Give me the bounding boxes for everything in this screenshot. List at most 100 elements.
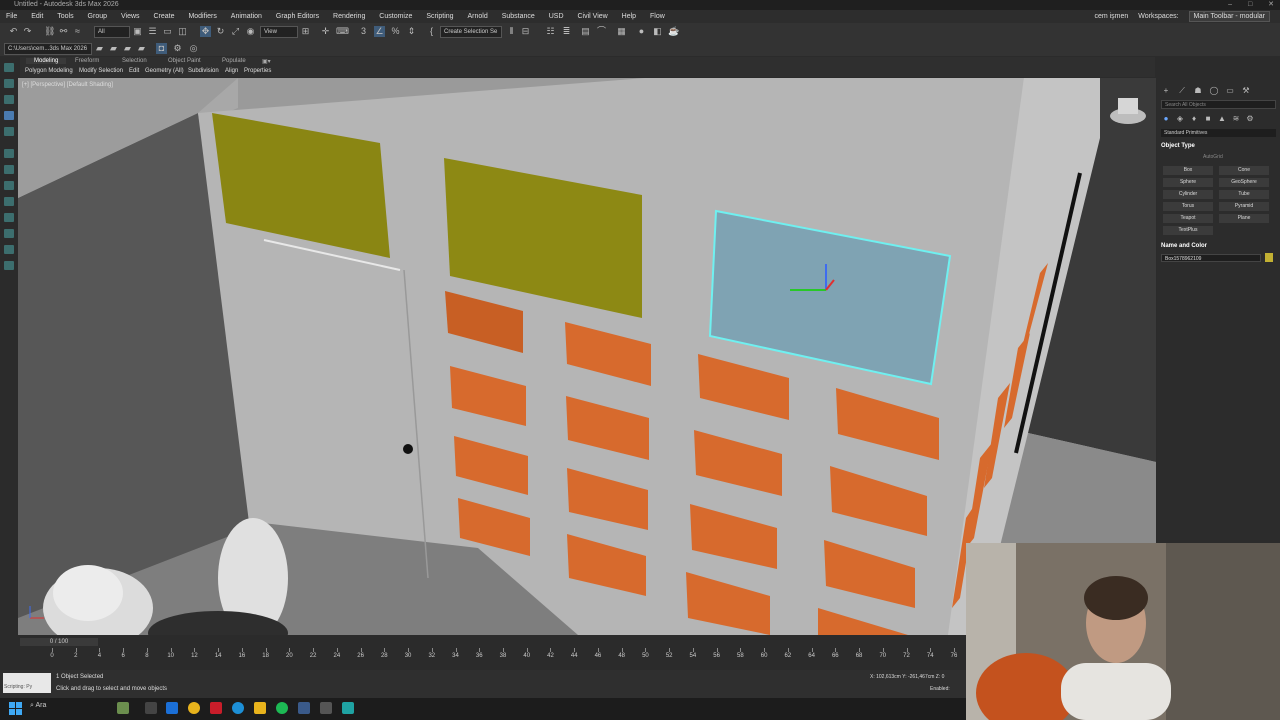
spacewarps-icon[interactable]: ≋ — [1231, 114, 1241, 123]
helpers-icon[interactable]: ▲ — [1217, 114, 1227, 123]
workspace-dropdown[interactable]: Main Toolbar - modular — [1188, 11, 1270, 22]
ribbon-toggle-icon[interactable]: ▤ — [580, 26, 591, 37]
ribbon-align[interactable]: Align — [225, 68, 238, 74]
app-icon[interactable] — [320, 702, 332, 714]
project-folder-icon[interactable]: ▰ — [94, 43, 105, 54]
filter-icon[interactable] — [4, 127, 14, 136]
shapes-filter-icon[interactable] — [4, 165, 14, 174]
opera-icon[interactable] — [210, 702, 222, 714]
spacewarps-filter-icon[interactable] — [4, 229, 14, 238]
project-path-dropdown[interactable]: C:\Users\cem...3ds Max 2026 — [4, 43, 92, 55]
steam-icon[interactable] — [298, 702, 310, 714]
menu-civil-view[interactable]: Civil View — [571, 10, 613, 23]
cameras-icon[interactable]: ■ — [1203, 114, 1213, 123]
undo-icon[interactable]: ↶ — [8, 26, 19, 37]
menu-tools[interactable]: Tools — [51, 10, 79, 23]
tab-selection[interactable]: Selection — [122, 58, 147, 64]
select-by-name-icon[interactable]: ☰ — [147, 26, 158, 37]
minimize-button[interactable]: – — [1228, 1, 1232, 8]
mirror-icon[interactable]: ⫴ — [506, 26, 517, 37]
named-selection-dropdown[interactable]: Create Selection Se — [440, 26, 502, 38]
shapes-icon[interactable]: ◈ — [1175, 114, 1185, 123]
display-selected-icon[interactable] — [4, 95, 14, 104]
groups-filter-icon[interactable] — [4, 245, 14, 254]
menu-graph-editors[interactable]: Graph Editors — [270, 10, 325, 23]
track-bar[interactable]: 0 2 4 6 8 10 12 14 16 18 20 22 24 26 28 30 32 34 36 38 40 42 4… — [20, 648, 966, 664]
primitive-category-dropdown[interactable]: Standard Primitives — [1161, 129, 1276, 137]
geosphere-button[interactable]: GeoSphere — [1219, 178, 1269, 187]
autogrid-checkbox[interactable]: AutoGrid — [1203, 154, 1223, 160]
menu-create[interactable]: Create — [147, 10, 180, 23]
ribbon-subdivision[interactable]: Subdivision — [188, 68, 219, 74]
create-tab-icon[interactable]: + — [1161, 86, 1171, 95]
object-type-header[interactable]: Object Type — [1161, 143, 1195, 149]
material-editor-icon[interactable]: ● — [636, 26, 647, 37]
textplus-button[interactable]: TextPlus — [1163, 226, 1213, 235]
spinner-snap-icon[interactable]: ⇕ — [406, 26, 417, 37]
ribbon-options-icon[interactable]: ▣▾ — [262, 58, 271, 65]
utilities-tab-icon[interactable]: ⚒ — [1241, 86, 1251, 95]
spotify-icon[interactable] — [276, 702, 288, 714]
tube-button[interactable]: Tube — [1219, 190, 1269, 199]
render-icon[interactable]: ☕ — [668, 26, 679, 37]
percent-snap-icon[interactable]: % — [390, 26, 401, 37]
maxscript-listener[interactable] — [3, 673, 51, 693]
script-language-label[interactable]: Scripting: Py — [4, 684, 32, 690]
unlink-icon[interactable]: ⚯ — [58, 26, 69, 37]
ribbon-properties[interactable]: Properties — [244, 68, 271, 74]
move-icon[interactable]: ✥ — [200, 26, 211, 37]
motion-tab-icon[interactable]: ◯ — [1209, 86, 1219, 95]
layer-explorer-icon[interactable]: ≣ — [561, 26, 572, 37]
ribbon-edit[interactable]: Edit — [129, 68, 139, 74]
cone-button[interactable]: Cone — [1219, 166, 1269, 175]
modify-tab-icon[interactable]: ⟋ — [1177, 86, 1187, 95]
rotate-icon[interactable]: ↻ — [215, 26, 226, 37]
coordinate-display[interactable]: X: 102,613cm Y: -261,467cm Z: 0 — [870, 674, 944, 680]
pyramid-button[interactable]: Pyramid — [1219, 202, 1269, 211]
close-button[interactable]: ✕ — [1268, 1, 1274, 8]
taskbar-search[interactable]: ⌕ Ara — [30, 702, 46, 710]
3dsmax-icon[interactable] — [342, 702, 354, 714]
time-slider[interactable]: 0 / 100 — [20, 638, 98, 646]
curve-editor-icon[interactable]: ⌒ — [596, 26, 607, 37]
lights-icon[interactable]: ♦ — [1189, 114, 1199, 123]
name-color-header[interactable]: Name and Color — [1161, 243, 1207, 249]
pivot-icon[interactable]: ⊞ — [300, 26, 311, 37]
menu-help[interactable]: Help — [616, 10, 642, 23]
ribbon-geometry-all[interactable]: Geometry (All) — [145, 68, 184, 74]
systems-icon[interactable]: ⚙ — [1245, 114, 1255, 123]
sphere-button[interactable]: Sphere — [1163, 178, 1213, 187]
menu-scripting[interactable]: Scripting — [420, 10, 459, 23]
edit-named-sel-icon[interactable]: { — [426, 26, 437, 37]
manipulate-icon[interactable]: ✛ — [320, 26, 331, 37]
chrome-icon[interactable] — [188, 702, 200, 714]
snaps-icon[interactable]: 3 — [358, 26, 369, 37]
display-all-icon[interactable] — [4, 111, 14, 120]
edge-icon[interactable] — [232, 702, 244, 714]
schematic-icon[interactable]: ▦ — [616, 26, 627, 37]
refresh-icon[interactable]: ◎ — [188, 43, 199, 54]
windows-start-icon[interactable] — [9, 702, 22, 715]
link-icon[interactable]: ⛓ — [44, 26, 55, 37]
bind-spacewarp-icon[interactable]: ≈ — [72, 26, 83, 37]
menu-modifiers[interactable]: Modifiers — [182, 10, 222, 23]
settings-icon[interactable]: ⚙ — [172, 43, 183, 54]
ribbon-modify-selection[interactable]: Modify Selection — [79, 68, 123, 74]
geometry-filter-icon[interactable] — [4, 149, 14, 158]
menu-views[interactable]: Views — [115, 10, 146, 23]
tab-modeling[interactable]: Modeling — [26, 58, 67, 64]
render-setup-icon[interactable]: ◧ — [652, 26, 663, 37]
select-object-icon[interactable]: ▣ — [132, 26, 143, 37]
menu-rendering[interactable]: Rendering — [327, 10, 371, 23]
menu-arnold[interactable]: Arnold — [462, 10, 494, 23]
mail-icon[interactable] — [166, 702, 178, 714]
display-tab-icon[interactable]: ▭ — [1225, 86, 1235, 95]
menu-usd[interactable]: USD — [543, 10, 570, 23]
box-button[interactable]: Box — [1163, 166, 1213, 175]
container-icon[interactable]: ◘ — [156, 43, 167, 54]
cylinder-button[interactable]: Cylinder — [1163, 190, 1213, 199]
align-icon[interactable]: ⊟ — [520, 26, 531, 37]
scene-explorer-side-icon[interactable] — [4, 63, 14, 72]
new-project-icon[interactable]: ▰ — [108, 43, 119, 54]
maximize-button[interactable]: □ — [1248, 1, 1252, 8]
